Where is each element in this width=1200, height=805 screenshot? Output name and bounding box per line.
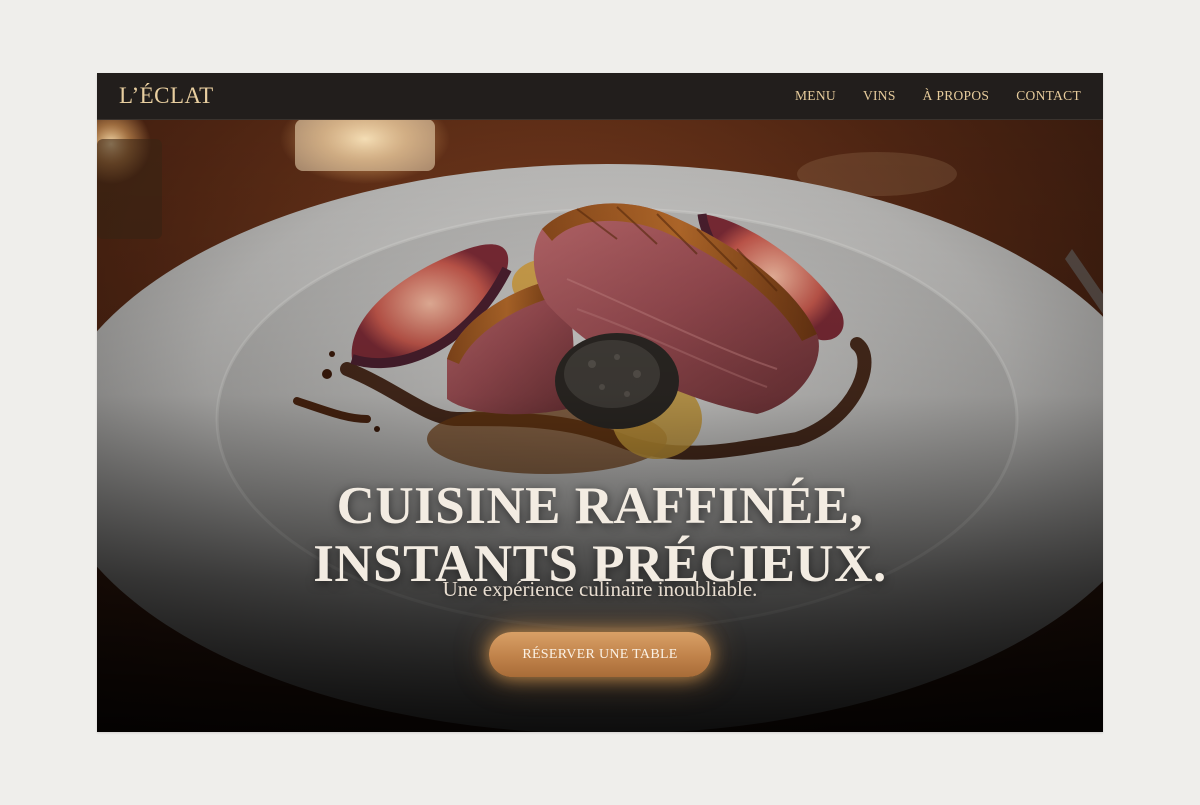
brand-logo[interactable]: L’ÉCLAT	[119, 83, 214, 109]
nav-link-menu[interactable]: MENU	[795, 88, 836, 104]
hero-content: CUISINE RAFFINÉE, INSTANTS PRÉCIEUX. Une…	[97, 119, 1103, 732]
top-navigation-bar: L’ÉCLAT MENU VINS À PROPOS CONTACT	[97, 73, 1103, 120]
hero-section: CUISINE RAFFINÉE, INSTANTS PRÉCIEUX. Une…	[97, 119, 1103, 732]
nav-link-vins[interactable]: VINS	[863, 88, 896, 104]
reserve-table-button[interactable]: RÉSERVER UNE TABLE	[489, 632, 711, 677]
website-frame: L’ÉCLAT MENU VINS À PROPOS CONTACT CUISI…	[97, 73, 1103, 732]
hero-subheadline: Une expérience culinaire inoubliable.	[442, 577, 758, 601]
headline-line-1: CUISINE RAFFINÉE,	[336, 476, 864, 535]
main-nav: MENU VINS À PROPOS CONTACT	[795, 88, 1081, 104]
nav-link-a-propos[interactable]: À PROPOS	[923, 88, 990, 104]
nav-link-contact[interactable]: CONTACT	[1016, 88, 1081, 104]
hero-headline: CUISINE RAFFINÉE, INSTANTS PRÉCIEUX.	[97, 477, 1103, 593]
